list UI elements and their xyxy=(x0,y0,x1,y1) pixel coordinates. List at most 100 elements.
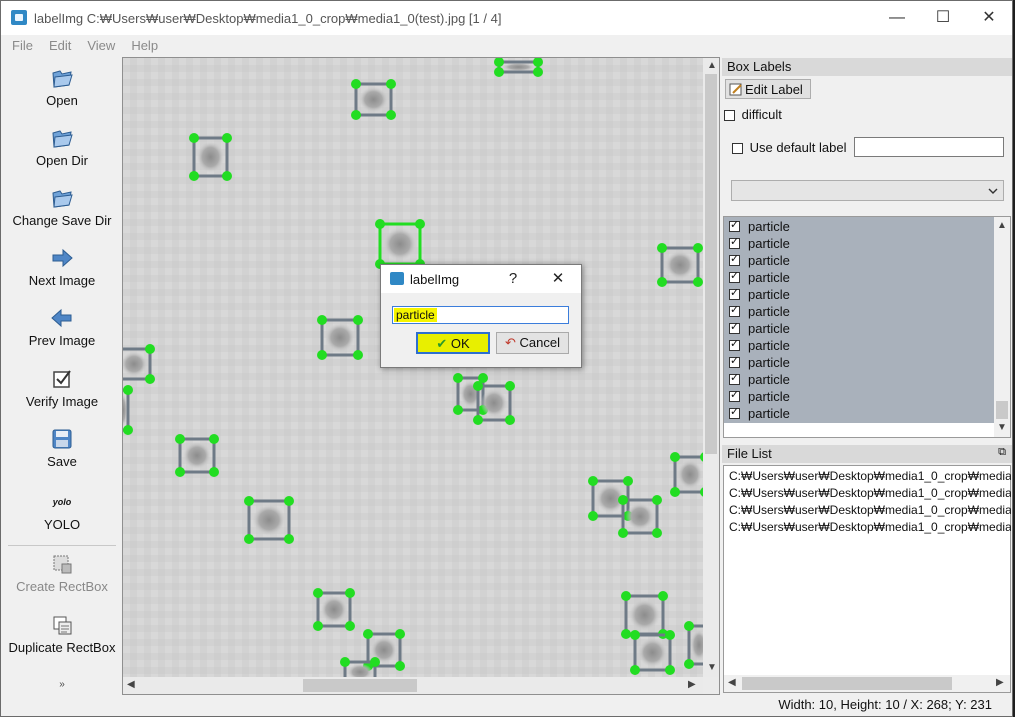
bounding-box[interactable] xyxy=(363,629,405,671)
corner-handle[interactable] xyxy=(244,534,254,544)
scroll-left-icon[interactable]: ◀ xyxy=(127,679,135,690)
corner-handle[interactable] xyxy=(453,373,463,383)
corner-handle[interactable] xyxy=(189,171,199,181)
file-list-item[interactable]: C:₩Users₩user₩Desktop₩media1_0_crop₩medi… xyxy=(729,520,1011,534)
change-save-dir-button[interactable]: Change Save Dir xyxy=(4,187,120,228)
label-visible-check[interactable] xyxy=(729,286,740,300)
corner-handle[interactable] xyxy=(415,219,425,229)
scroll-right-icon[interactable]: ▶ xyxy=(688,679,696,690)
corner-handle[interactable] xyxy=(145,344,155,354)
label-list-item[interactable]: particle xyxy=(728,320,996,337)
scroll-down-icon[interactable]: ▼ xyxy=(707,662,717,673)
duplicate-rectbox-button[interactable]: Duplicate RectBox xyxy=(4,614,120,655)
corner-handle[interactable] xyxy=(453,405,463,415)
label-list-item[interactable]: particle xyxy=(728,286,996,303)
label-visible-check[interactable] xyxy=(729,388,740,402)
difficult-check[interactable] xyxy=(724,110,735,122)
corner-handle[interactable] xyxy=(175,467,185,477)
corner-handle[interactable] xyxy=(618,495,628,505)
corner-handle[interactable] xyxy=(175,434,185,444)
label-list-item[interactable]: particle xyxy=(728,235,996,252)
label-visible-check[interactable] xyxy=(729,337,740,351)
corner-handle[interactable] xyxy=(386,110,396,120)
corner-handle[interactable] xyxy=(370,657,380,667)
bounding-box[interactable] xyxy=(123,344,155,384)
corner-handle[interactable] xyxy=(630,665,640,675)
menu-file[interactable]: File xyxy=(12,35,33,57)
corner-handle[interactable] xyxy=(345,588,355,598)
canvas-horizontal-scrollbar[interactable]: ◀ ▶ xyxy=(123,677,703,694)
corner-handle[interactable] xyxy=(284,496,294,506)
corner-handle[interactable] xyxy=(145,374,155,384)
create-rectbox-button[interactable]: Create RectBox xyxy=(4,553,120,594)
prev-image-button[interactable]: Prev Image xyxy=(4,307,120,348)
corner-handle[interactable] xyxy=(621,591,631,601)
dialog-help-button[interactable]: ? xyxy=(500,265,526,293)
corner-handle[interactable] xyxy=(395,629,405,639)
corner-handle[interactable] xyxy=(623,476,633,486)
corner-handle[interactable] xyxy=(657,277,667,287)
corner-handle[interactable] xyxy=(670,452,680,462)
file-scroll-thumb[interactable] xyxy=(742,677,952,690)
default-label-input[interactable] xyxy=(854,137,1004,157)
dialog-close-button[interactable]: ✕ xyxy=(545,265,571,293)
corner-handle[interactable] xyxy=(189,133,199,143)
next-image-button[interactable]: Next Image xyxy=(4,247,120,288)
file-list-item[interactable]: C:₩Users₩user₩Desktop₩media1_0_crop₩medi… xyxy=(729,469,1011,483)
menu-edit[interactable]: Edit xyxy=(49,35,71,57)
label-visible-check[interactable] xyxy=(729,320,740,334)
corner-handle[interactable] xyxy=(693,243,703,253)
label-list-item[interactable]: particle xyxy=(728,405,996,422)
corner-handle[interactable] xyxy=(505,381,515,391)
menu-help[interactable]: Help xyxy=(131,35,158,57)
corner-handle[interactable] xyxy=(473,415,483,425)
open-dir-button[interactable]: Open Dir xyxy=(4,127,120,168)
corner-handle[interactable] xyxy=(209,434,219,444)
menu-view[interactable]: View xyxy=(87,35,115,57)
corner-handle[interactable] xyxy=(658,591,668,601)
label-visible-check[interactable] xyxy=(729,354,740,368)
corner-handle[interactable] xyxy=(353,315,363,325)
verify-image-button[interactable]: Verify Image xyxy=(4,368,120,409)
label-list-item[interactable]: particle xyxy=(728,371,996,388)
corner-handle[interactable] xyxy=(588,511,598,521)
corner-handle[interactable] xyxy=(317,350,327,360)
corner-handle[interactable] xyxy=(123,425,133,435)
maximize-button[interactable]: ☐ xyxy=(920,1,966,35)
file-list-hscrollbar[interactable]: ◀ ▶ xyxy=(724,675,1010,692)
corner-handle[interactable] xyxy=(473,381,483,391)
label-list-item[interactable]: particle xyxy=(728,354,996,371)
label-scroll-down-icon[interactable]: ▼ xyxy=(997,422,1007,433)
corner-handle[interactable] xyxy=(353,350,363,360)
label-list-scrollbar[interactable]: ▲ ▼ xyxy=(994,217,1010,437)
use-default-label-check[interactable] xyxy=(732,143,743,155)
label-scroll-thumb[interactable] xyxy=(996,401,1008,419)
corner-handle[interactable] xyxy=(621,629,631,639)
label-visible-check[interactable] xyxy=(729,252,740,266)
corner-handle[interactable] xyxy=(494,67,504,77)
corner-handle[interactable] xyxy=(222,133,232,143)
corner-handle[interactable] xyxy=(665,630,675,640)
label-list-item[interactable]: particle xyxy=(728,388,996,405)
label-list-item[interactable]: particle xyxy=(728,252,996,269)
toolbar-more-button[interactable]: » xyxy=(4,679,120,690)
undock-icon[interactable]: ⧉ xyxy=(998,446,1006,459)
ok-button[interactable]: ✔ OK xyxy=(416,332,490,354)
label-list-item[interactable]: particle xyxy=(728,337,996,354)
corner-handle[interactable] xyxy=(588,476,598,486)
corner-handle[interactable] xyxy=(693,277,703,287)
corner-handle[interactable] xyxy=(244,496,254,506)
label-visible-check[interactable] xyxy=(729,371,740,385)
label-scroll-up-icon[interactable]: ▲ xyxy=(997,220,1007,231)
file-scroll-left-icon[interactable]: ◀ xyxy=(728,677,736,688)
corner-handle[interactable] xyxy=(630,630,640,640)
corner-handle[interactable] xyxy=(351,110,361,120)
corner-handle[interactable] xyxy=(657,243,667,253)
corner-handle[interactable] xyxy=(533,67,543,77)
label-list[interactable]: particle particle particle particle particle… xyxy=(723,216,1011,438)
corner-handle[interactable] xyxy=(284,534,294,544)
scroll-up-icon[interactable]: ▲ xyxy=(707,60,717,71)
corner-handle[interactable] xyxy=(684,659,694,669)
label-visible-check[interactable] xyxy=(729,269,740,283)
corner-handle[interactable] xyxy=(375,219,385,229)
